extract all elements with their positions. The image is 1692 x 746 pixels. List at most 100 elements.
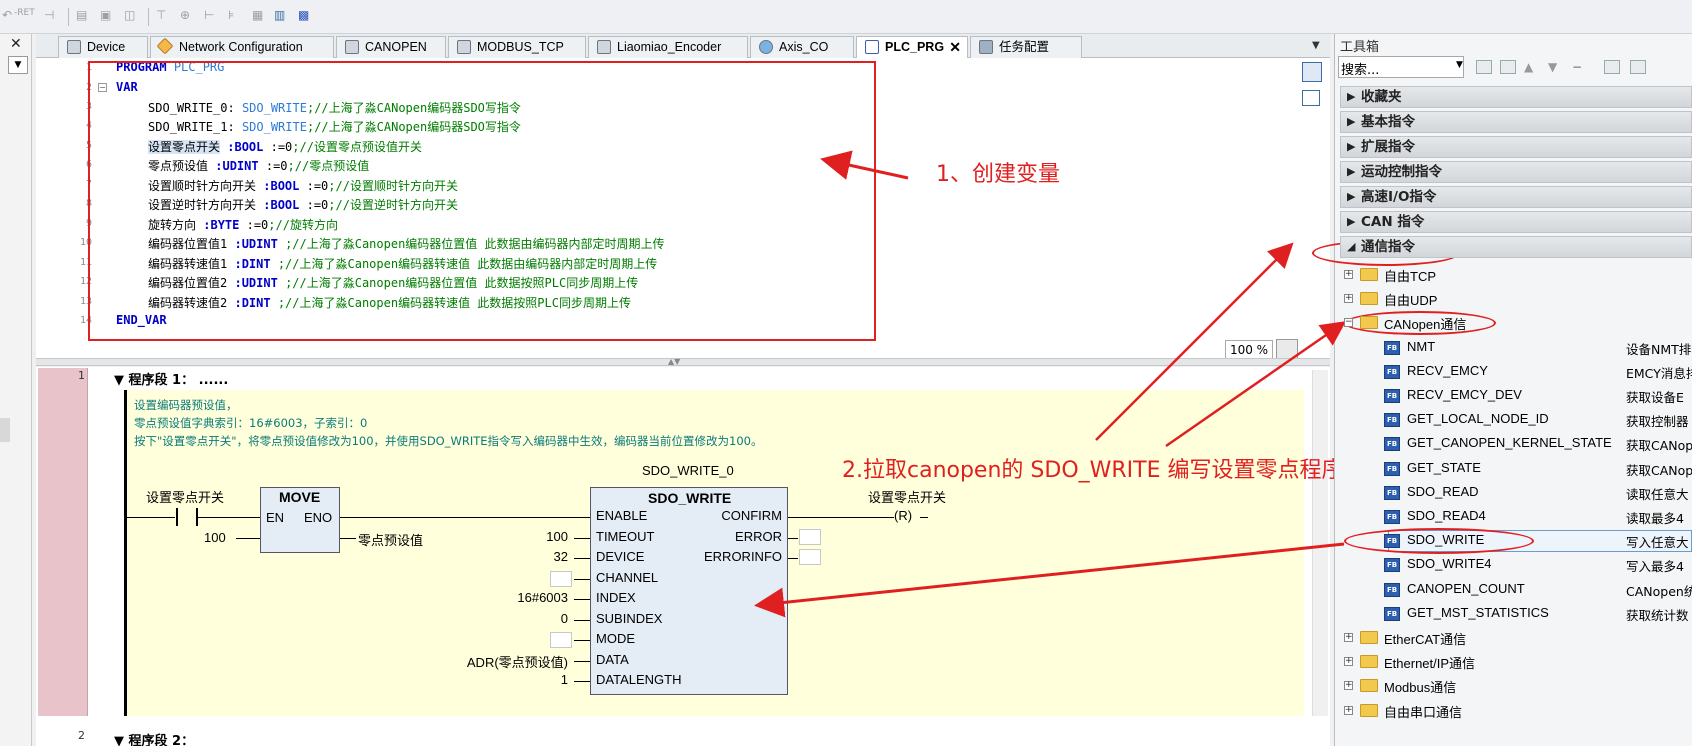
close-icon[interactable]: ✕ <box>10 36 22 52</box>
empty-output-box[interactable] <box>799 549 821 565</box>
tree-fb-label[interactable]: SDO_READ <box>1407 484 1479 499</box>
tree-fb-label[interactable]: GET_MST_STATISTICS <box>1407 605 1549 620</box>
grid-icon[interactable]: ▦ <box>252 8 263 26</box>
sdo-input-value[interactable]: 1 <box>561 672 568 687</box>
box-icon[interactable]: ▣ <box>100 8 111 26</box>
branch-icon[interactable]: ⊢ <box>204 8 214 26</box>
toolbox-category[interactable]: ◢ 通信指令 <box>1340 236 1692 258</box>
tree-fb-label[interactable]: SDO_WRITE4 <box>1407 556 1492 571</box>
box-icon[interactable]: ◫ <box>124 8 135 26</box>
left-panel-handle[interactable] <box>0 418 10 442</box>
tree-folder-label[interactable]: EtherCAT通信 <box>1384 629 1466 648</box>
chevron-down-icon[interactable]: ▼ <box>1456 60 1463 70</box>
expand-icon[interactable]: + <box>1344 706 1353 715</box>
contact-bar[interactable] <box>176 508 178 526</box>
toolbox-category[interactable]: ▶ CAN 指令 <box>1340 211 1692 233</box>
expand-icon[interactable]: + <box>1344 270 1353 279</box>
chevron-down-icon[interactable]: ▼ <box>8 56 28 74</box>
minus-icon[interactable]: − <box>1572 60 1588 74</box>
folder-icon[interactable] <box>1476 60 1492 74</box>
tree-folder-label[interactable]: 自由UDP <box>1384 290 1437 309</box>
close-icon[interactable]: ✕ <box>949 37 961 57</box>
object-icon <box>597 40 611 54</box>
declaration-view-icon[interactable] <box>1302 62 1322 82</box>
tree-fb-label[interactable]: RECV_EMCY <box>1407 363 1488 378</box>
grid-icon[interactable]: ▩ <box>298 8 309 26</box>
tree-fb-label[interactable]: GET_CANOPEN_KERNEL_STATE <box>1407 435 1612 450</box>
wire <box>574 619 590 621</box>
tab-network-configuration[interactable]: Network Configuration <box>150 36 334 58</box>
tree-folder-label[interactable]: Modbus通信 <box>1384 677 1456 696</box>
sdo-input-pin: SUBINDEX <box>596 610 663 626</box>
expand-icon[interactable]: + <box>1344 633 1353 642</box>
editor-splitter[interactable] <box>36 358 1330 366</box>
network-title[interactable]: ▼ 程序段 1： ...... <box>114 369 228 388</box>
sdo-input-value[interactable]: ADR(零点预设值) <box>467 652 568 671</box>
box-icon[interactable]: ▤ <box>76 8 87 26</box>
tree-fb-label[interactable]: SDO_WRITE <box>1407 532 1484 547</box>
zoom-level[interactable]: 100 % <box>1225 340 1273 360</box>
contact-label[interactable]: 设置零点开关 <box>146 487 224 506</box>
tab-plc-prg[interactable]: PLC_PRG ✕ <box>856 36 968 59</box>
tree-fb-label[interactable]: GET_STATE <box>1407 460 1481 475</box>
reset-coil[interactable]: (R) <box>894 508 912 523</box>
vertical-scrollbar[interactable] <box>1312 370 1328 716</box>
sdo-input-value[interactable]: 0 <box>561 611 568 626</box>
arrow-up-icon[interactable]: ▲ <box>1524 60 1540 74</box>
expand-icon[interactable]: + <box>1344 681 1353 690</box>
tab-canopen[interactable]: CANOPEN <box>336 36 446 58</box>
tree-fb-label[interactable]: RECV_EMCY_DEV <box>1407 387 1522 402</box>
splitter-arrows-icon[interactable]: ▲▼ <box>668 357 680 366</box>
sdo-input-value[interactable]: 32 <box>554 549 568 564</box>
toolbox-category[interactable]: ▶ 扩展指令 <box>1340 136 1692 158</box>
chevron-down-icon[interactable]: ▼ <box>1312 40 1320 51</box>
toolbox-category[interactable]: ▶ 运动控制指令 <box>1340 161 1692 183</box>
empty-input-box[interactable] <box>550 632 572 648</box>
export-icon[interactable] <box>1604 60 1620 74</box>
toolbox-category[interactable]: ▶ 高速I/O指令 <box>1340 186 1692 208</box>
toolbar-separator <box>148 8 149 26</box>
tab-device[interactable]: Device <box>58 36 148 58</box>
table-view-icon[interactable] <box>1302 90 1320 106</box>
tab-task-config[interactable]: 任务配置 <box>970 36 1082 58</box>
tab-axis-co[interactable]: Axis_CO <box>750 36 854 58</box>
toolbox-category[interactable]: ▶ 收藏夹 <box>1340 86 1692 108</box>
folder-icon <box>1360 704 1378 717</box>
empty-input-box[interactable] <box>550 570 572 587</box>
tree-fb-label[interactable]: CANOPEN_COUNT <box>1407 581 1525 596</box>
tree-folder-label[interactable]: 自由TCP <box>1384 266 1436 285</box>
move-title: MOVE <box>279 489 321 505</box>
edit-icon[interactable]: ⊣ <box>44 8 54 26</box>
empty-output-box[interactable] <box>799 529 821 545</box>
collapse-icon[interactable]: − <box>1344 318 1353 327</box>
move-output-var[interactable]: 零点预设值 <box>358 530 423 549</box>
expand-icon[interactable]: + <box>1344 294 1353 303</box>
tree-fb-label[interactable]: GET_LOCAL_NODE_ID <box>1407 411 1549 426</box>
branch-icon[interactable]: ⊕ <box>180 8 190 26</box>
tab-liaomiao-encoder[interactable]: Liaomiao_Encoder <box>588 36 748 58</box>
sdo-instance-name[interactable]: SDO_WRITE_0 <box>642 463 734 478</box>
branch-icon[interactable]: ⊧ <box>228 8 234 26</box>
ret-icon[interactable]: -RET <box>14 8 35 26</box>
list-icon[interactable] <box>1500 60 1516 74</box>
tree-folder-label[interactable]: 自由串口通信 <box>1384 702 1462 721</box>
import-icon[interactable] <box>1630 60 1646 74</box>
expand-icon[interactable]: + <box>1344 657 1353 666</box>
tree-fb-label[interactable]: SDO_READ4 <box>1407 508 1486 523</box>
grid-icon[interactable]: ▥ <box>274 8 285 26</box>
move-input-value[interactable]: 100 <box>204 530 226 545</box>
tab-modbus-tcp[interactable]: MODBUS_TCP <box>448 36 586 58</box>
search-label: 搜索... <box>1341 63 1380 78</box>
network-title[interactable]: ▼ 程序段 2： <box>114 730 194 746</box>
tree-folder-label[interactable]: CANopen通信 <box>1384 314 1466 333</box>
coil-label[interactable]: 设置零点开关 <box>868 487 946 506</box>
tree-folder-label[interactable]: Ethernet/IP通信 <box>1384 653 1475 672</box>
sdo-input-value[interactable]: 100 <box>546 529 568 544</box>
toolbox-category[interactable]: ▶ 基本指令 <box>1340 111 1692 133</box>
branch-icon[interactable]: ⊤ <box>156 8 166 26</box>
arrow-down-icon[interactable]: ▼ <box>1548 60 1564 74</box>
tree-fb-label[interactable]: NMT <box>1407 339 1435 354</box>
category-label: 通信指令 <box>1361 239 1415 255</box>
sdo-input-value[interactable]: 16#6003 <box>517 590 568 605</box>
undo-icon[interactable]: ↶ <box>2 8 12 26</box>
